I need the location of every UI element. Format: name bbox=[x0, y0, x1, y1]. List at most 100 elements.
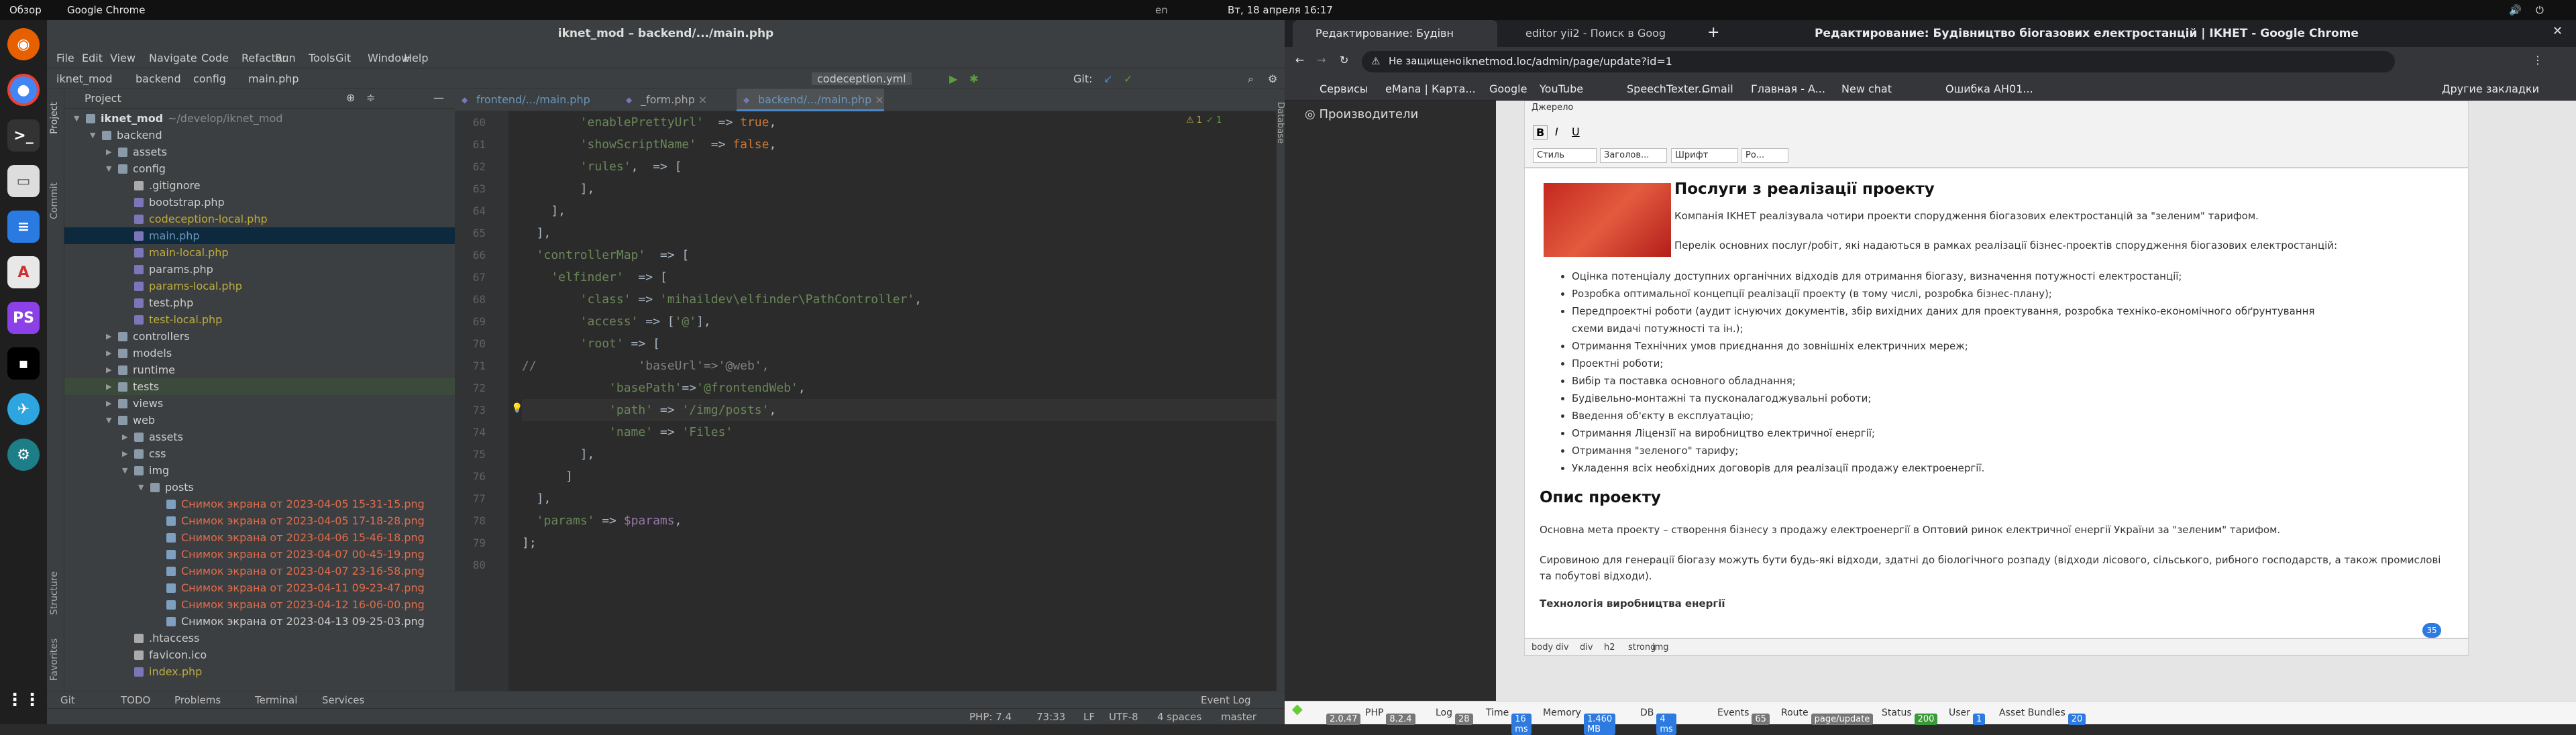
crumb-config[interactable]: config bbox=[193, 72, 226, 85]
memory-info[interactable]: Memory 1.460 MB bbox=[1543, 708, 1616, 735]
editor-tab[interactable]: ◆frontend/.../main.php × bbox=[455, 89, 590, 129]
code-line[interactable]: ], bbox=[522, 178, 595, 200]
code-line[interactable]: 'rules', => [ bbox=[522, 156, 682, 178]
size-select[interactable]: Ро... bbox=[1741, 148, 1788, 163]
commit-tool-tab[interactable]: Commit bbox=[49, 182, 60, 219]
code-line[interactable]: ], bbox=[522, 222, 551, 244]
url-text[interactable]: iknetmod.loc/admin/page/update?id=1 bbox=[1462, 55, 1672, 68]
bookmark-item[interactable]: YouTube bbox=[1540, 82, 1583, 95]
tree-file[interactable]: Снимок экрана от 2023-04-05 15-31-15.png bbox=[64, 496, 455, 512]
close-window-icon[interactable]: ✕ bbox=[2553, 24, 2563, 38]
code-line[interactable]: 'showScriptName' => false, bbox=[522, 133, 777, 156]
line-separator[interactable]: LF bbox=[1083, 711, 1095, 723]
chevron-right-icon[interactable]: ▶ bbox=[106, 328, 111, 345]
tree-file[interactable]: .gitignore bbox=[64, 177, 455, 194]
tree-folder[interactable]: ▼ img bbox=[64, 462, 455, 479]
search-icon[interactable]: ⌕ bbox=[1248, 72, 1254, 86]
clock[interactable]: Вт, 18 апреля 16:17 bbox=[1228, 4, 1333, 16]
tree-file[interactable]: params.php bbox=[64, 261, 455, 278]
code-line[interactable]: 'controllerMap' => [ bbox=[522, 244, 690, 266]
tree-folder[interactable]: ▶ models bbox=[64, 345, 455, 361]
new-tab-icon[interactable]: + bbox=[1707, 24, 1719, 41]
tree-folder[interactable]: ▼ iknet_mod ~/develop/iknet_mod bbox=[64, 110, 455, 127]
address-bar[interactable]: ⚠ Не защищено iknetmod.loc/admin/page/up… bbox=[1362, 51, 2395, 72]
chevron-down-icon[interactable]: ▼ bbox=[90, 127, 95, 144]
tree-folder[interactable]: ▶ runtime bbox=[64, 361, 455, 378]
chevron-right-icon[interactable]: ▶ bbox=[106, 144, 111, 160]
chevron-down-icon[interactable]: ▼ bbox=[106, 160, 111, 177]
italic-button[interactable]: I bbox=[1555, 125, 1558, 138]
ckeditor-content[interactable]: Послуги з реалізації проекту Компанія IK… bbox=[1524, 168, 2469, 638]
tree-file[interactable]: index.php bbox=[64, 663, 455, 680]
chevron-down-icon[interactable]: ▼ bbox=[138, 479, 144, 496]
project-tool-tab[interactable]: Project bbox=[49, 102, 60, 134]
database-tool-tab[interactable]: Database bbox=[1275, 102, 1285, 144]
menu-git[interactable]: Git bbox=[335, 52, 351, 64]
tree-file[interactable]: Снимок экрана от 2023-04-07 23-16-58.png bbox=[64, 563, 455, 579]
chevron-right-icon[interactable]: ▶ bbox=[106, 378, 111, 395]
menu-view[interactable]: View bbox=[110, 52, 136, 64]
inspection-warnings[interactable]: ⚠ 1 bbox=[1186, 115, 1202, 125]
bookmark-item[interactable]: Сервисы bbox=[1320, 82, 1368, 95]
chevron-right-icon[interactable]: ▶ bbox=[122, 429, 127, 445]
tree-file[interactable]: main.php bbox=[64, 227, 455, 244]
bookmark-item[interactable]: Google bbox=[1489, 82, 1527, 95]
reload-icon[interactable]: ↻ bbox=[1340, 54, 1348, 66]
tree-file[interactable]: codeception-local.php bbox=[64, 211, 455, 227]
telegram-icon[interactable]: ✈ bbox=[7, 393, 40, 425]
bottom-tab-todo[interactable]: TODO bbox=[121, 694, 150, 706]
tree-folder[interactable]: ▶ controllers bbox=[64, 328, 455, 345]
chevron-down-icon[interactable]: ▼ bbox=[106, 412, 111, 429]
chevron-right-icon[interactable]: ▶ bbox=[122, 445, 127, 462]
writer-icon[interactable]: ≡ bbox=[7, 211, 40, 243]
tree-folder[interactable]: ▼ backend bbox=[64, 127, 455, 144]
insecure-icon[interactable]: ⚠ bbox=[1371, 55, 1380, 67]
bookmark-item[interactable]: Gmail bbox=[1702, 82, 1733, 95]
tree-file[interactable]: Снимок экрана от 2023-04-06 15-46-18.png bbox=[64, 529, 455, 546]
source-button[interactable]: Джерело bbox=[1532, 103, 1573, 113]
tree-file[interactable]: Снимок экрана от 2023-04-12 16-06-00.png bbox=[64, 596, 455, 613]
php-info[interactable]: PHP 8.2.4 bbox=[1365, 708, 1415, 725]
bold-button[interactable]: B bbox=[1533, 125, 1548, 139]
phpstorm-icon[interactable]: PS bbox=[7, 302, 40, 334]
inspection-weak[interactable]: ✓ 1 bbox=[1206, 115, 1222, 125]
tree-file[interactable]: test.php bbox=[64, 294, 455, 311]
tab-search[interactable]: editor yii2 - Поиск в Goog bbox=[1503, 27, 1697, 40]
git-update-icon[interactable]: ↙ bbox=[1104, 72, 1112, 85]
log-info[interactable]: Log 28 bbox=[1436, 708, 1473, 725]
time-info[interactable]: Time 16 ms bbox=[1486, 708, 1532, 735]
bottom-tab-services[interactable]: Services bbox=[322, 694, 364, 706]
tree-file[interactable]: Снимок экрана от 2023-04-13 09-25-03.png bbox=[64, 613, 455, 630]
locate-icon[interactable]: ⊕ bbox=[346, 91, 355, 104]
bookmark-item[interactable]: eMana | Карта... bbox=[1385, 82, 1476, 95]
content-image[interactable] bbox=[1544, 183, 1671, 257]
code-line[interactable]: 'enablePrettyUrl' => true, bbox=[522, 111, 777, 133]
tree-file[interactable]: main-local.php bbox=[64, 244, 455, 261]
indent-setting[interactable]: 4 spaces bbox=[1157, 711, 1201, 723]
menu-edit[interactable]: Edit bbox=[82, 52, 103, 64]
editor-tab[interactable]: ◆ backend/.../main.php × bbox=[737, 89, 884, 111]
chevron-right-icon[interactable]: ▶ bbox=[106, 345, 111, 361]
run-icon[interactable]: ▶ bbox=[949, 72, 957, 85]
bookmark-item[interactable]: SpeechTexter... bbox=[1627, 82, 1709, 95]
chrome-icon[interactable]: ● bbox=[7, 74, 40, 106]
tree-folder[interactable]: ▼ config bbox=[64, 160, 455, 177]
menu-run[interactable]: Run bbox=[275, 52, 296, 64]
show-apps-icon[interactable]: ⋮⋮ bbox=[6, 684, 41, 716]
code-line[interactable]: 'name' => 'Files' bbox=[522, 421, 733, 443]
terminal-icon[interactable]: >_ bbox=[7, 119, 40, 152]
favorites-tool-tab[interactable]: Favorites bbox=[49, 638, 60, 681]
bookmark-item[interactable]: New chat bbox=[1841, 82, 1892, 95]
tree-folder[interactable]: ▶ assets bbox=[64, 429, 455, 445]
code-line[interactable]: 'root' => [ bbox=[522, 333, 660, 355]
tree-file[interactable]: Снимок экрана от 2023-04-11 09-23-47.png bbox=[64, 579, 455, 596]
crumb-root[interactable]: iknet_mod bbox=[56, 72, 113, 85]
structure-tool-tab[interactable]: Structure bbox=[49, 571, 60, 615]
path-element[interactable]: div bbox=[1580, 642, 1593, 653]
hide-icon[interactable]: — bbox=[433, 91, 444, 104]
tree-folder[interactable]: ▼ posts bbox=[64, 479, 455, 496]
back-icon[interactable]: ← bbox=[1295, 54, 1304, 66]
tree-folder[interactable]: ▶ css bbox=[64, 445, 455, 462]
tab-edit[interactable]: Редактирование: Будівн bbox=[1293, 20, 1497, 47]
status-info[interactable]: Status 200 bbox=[1882, 708, 1938, 725]
